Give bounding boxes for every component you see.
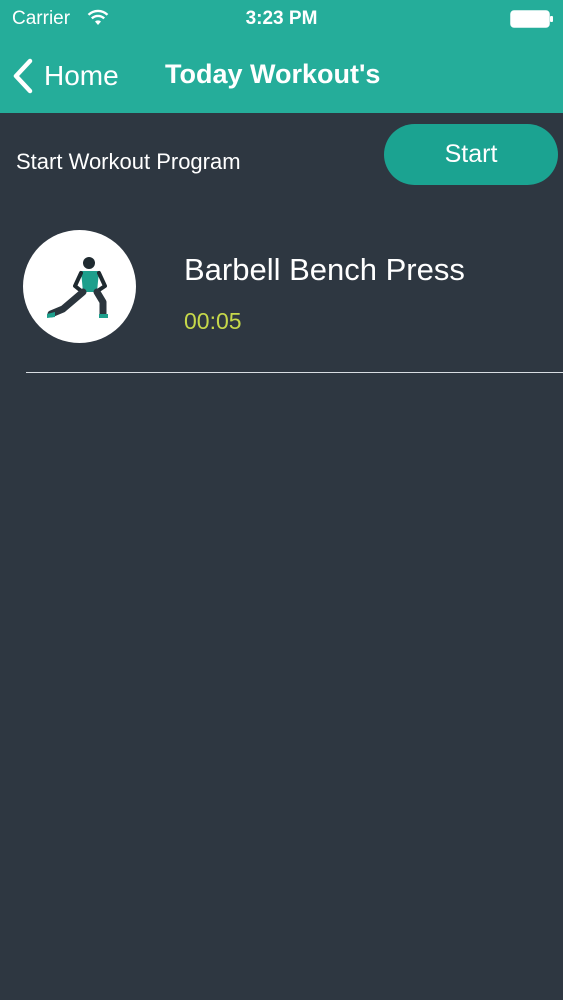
program-label: Start Workout Program	[16, 149, 241, 174]
row-divider	[26, 372, 563, 373]
navigation-bar: Home Today Workout's	[0, 38, 563, 113]
back-label: Home	[44, 60, 119, 91]
top-bar: Carrier 3:23 PM Home Today Workout's	[0, 0, 563, 113]
workout-duration: 00:05	[184, 308, 242, 334]
start-button[interactable]: Start	[384, 124, 558, 185]
back-button[interactable]: Home	[12, 56, 119, 96]
status-bar: Carrier 3:23 PM	[0, 0, 563, 38]
exercise-figure-icon	[23, 230, 136, 343]
workout-row[interactable]: Barbell Bench Press 00:05	[0, 226, 563, 372]
chevron-left-icon	[12, 58, 34, 94]
workout-name: Barbell Bench Press	[184, 252, 465, 287]
page-title: Today Workout's	[165, 59, 381, 89]
status-time: 3:23 PM	[245, 8, 318, 29]
battery-icon	[510, 10, 554, 33]
